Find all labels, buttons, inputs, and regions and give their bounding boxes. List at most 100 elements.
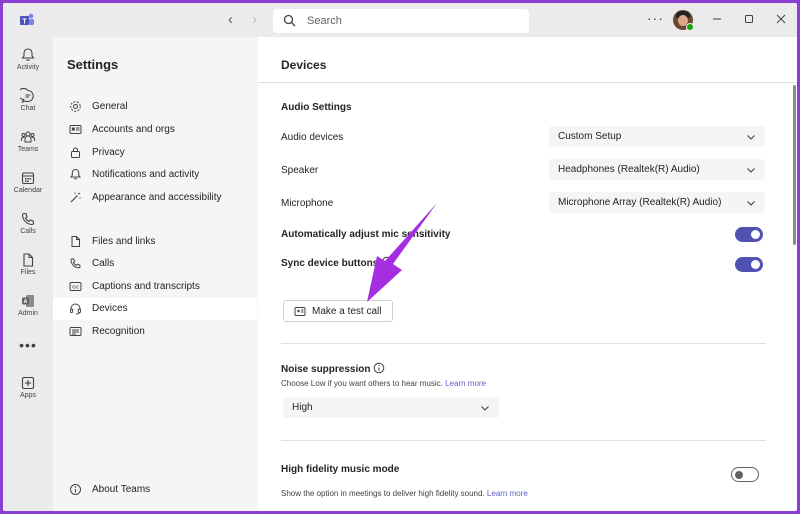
settings-item-appearance[interactable]: Appearance and accessibility: [53, 187, 257, 209]
rail-item-calls[interactable]: Calls: [3, 209, 53, 247]
chevron-down-icon: [747, 168, 755, 173]
rail-label: Chat: [20, 105, 36, 112]
lock-icon: [71, 147, 80, 158]
hifi-helper-text: Show the option in meetings to deliver h…: [281, 489, 528, 498]
rail-item-chat[interactable]: Chat: [3, 86, 53, 124]
search-box[interactable]: [273, 9, 529, 33]
rail-label: Teams: [17, 146, 39, 153]
forward-arrow-icon[interactable]: ›: [252, 11, 257, 28]
settings-item-files-links[interactable]: Files and links: [53, 231, 257, 253]
settings-item-recognition[interactable]: Recognition: [53, 321, 257, 343]
bell-icon: [21, 48, 35, 61]
microphone-label: Microphone: [281, 198, 334, 209]
admin-icon: A: [22, 295, 34, 307]
page-title: Devices: [281, 58, 327, 72]
settings-item-general[interactable]: General: [53, 96, 257, 118]
settings-item-privacy[interactable]: Privacy: [53, 142, 257, 164]
rail-item-files[interactable]: Files: [3, 250, 53, 288]
headset-icon: [70, 303, 82, 315]
back-arrow-icon[interactable]: ‹: [228, 11, 233, 28]
settings-item-label: About Teams: [92, 484, 151, 495]
settings-item-label: Devices: [92, 303, 128, 314]
file-icon: [23, 253, 34, 267]
rail-item-calendar[interactable]: Calendar: [3, 168, 53, 206]
auto-adjust-toggle[interactable]: [735, 227, 763, 242]
svg-text:T: T: [22, 19, 27, 26]
microphone-dropdown[interactable]: Microphone Array (Realtek(R) Audio): [549, 192, 765, 213]
rail-label: Apps: [20, 392, 36, 399]
rail-more-icon[interactable]: •••: [3, 337, 53, 353]
speaker-dropdown[interactable]: Headphones (Realtek(R) Audio): [549, 159, 765, 180]
sync-buttons-toggle[interactable]: [735, 257, 763, 272]
chevron-down-icon: [747, 201, 755, 206]
chevron-down-icon: [747, 135, 755, 140]
settings-title: Settings: [67, 57, 119, 72]
content-header: Devices: [258, 37, 797, 83]
document-icon: [71, 236, 80, 247]
close-icon[interactable]: [774, 12, 788, 26]
settings-item-label: Files and links: [92, 236, 156, 247]
noise-learn-more-link[interactable]: Learn more: [445, 379, 486, 388]
svg-text:A: A: [24, 299, 28, 305]
info-icon[interactable]: [373, 362, 385, 374]
gear-icon: [70, 101, 81, 112]
settings-panel: Settings General Accounts and orgs Priva…: [53, 37, 257, 511]
more-options-icon[interactable]: ···: [647, 10, 664, 26]
phone-icon: [21, 212, 35, 226]
speaker-value: Headphones (Realtek(R) Audio): [558, 164, 700, 175]
settings-item-devices[interactable]: Devices: [53, 298, 257, 320]
scrollbar[interactable]: [793, 85, 796, 245]
audio-devices-dropdown[interactable]: Custom Setup: [549, 126, 765, 147]
info-icon: [70, 484, 81, 495]
settings-item-accounts[interactable]: Accounts and orgs: [53, 119, 257, 141]
hifi-music-toggle[interactable]: [731, 467, 759, 482]
settings-item-label: General: [92, 101, 128, 112]
microphone-value: Microphone Array (Realtek(R) Audio): [558, 197, 722, 208]
presence-available-icon: [686, 23, 694, 31]
audio-devices-value: Custom Setup: [558, 131, 622, 142]
teams-icon: [21, 131, 35, 143]
chevron-down-icon: [481, 406, 489, 411]
make-test-call-label: Make a test call: [312, 306, 382, 317]
svg-text:CC: CC: [72, 285, 79, 290]
noise-helper-label: Choose Low if you want others to hear mu…: [281, 379, 443, 388]
rail-item-apps[interactable]: Apps: [3, 373, 53, 411]
wand-icon: [70, 192, 81, 203]
settings-item-label: Privacy: [92, 147, 125, 158]
minimize-icon[interactable]: [710, 12, 724, 26]
settings-item-calls[interactable]: Calls: [53, 253, 257, 275]
cc-icon: CC: [69, 282, 82, 291]
rail-label: Calls: [20, 228, 36, 235]
divider: [281, 343, 766, 344]
phone-icon: [70, 258, 81, 269]
rail-item-activity[interactable]: Activity: [3, 45, 53, 83]
title-bar: T ‹ › ···: [3, 3, 797, 37]
teams-logo-icon[interactable]: T: [19, 12, 35, 28]
rail-label: Calendar: [13, 187, 43, 194]
audio-settings-heading: Audio Settings: [281, 102, 352, 113]
rail-item-admin[interactable]: A Admin: [3, 291, 53, 329]
settings-item-notifications[interactable]: Notifications and activity: [53, 164, 257, 186]
settings-item-captions[interactable]: CC Captions and transcripts: [53, 276, 257, 298]
speaker-label: Speaker: [281, 165, 319, 176]
devices-content: Devices Audio Settings Audio devices Cus…: [258, 37, 797, 511]
hifi-learn-more-link[interactable]: Learn more: [487, 489, 528, 498]
noise-suppression-dropdown[interactable]: High: [283, 397, 499, 418]
settings-item-label: Notifications and activity: [92, 169, 200, 180]
settings-item-label: Appearance and accessibility: [92, 192, 222, 203]
rail-label: Admin: [18, 310, 38, 317]
rail-item-teams[interactable]: Teams: [3, 127, 53, 165]
maximize-icon[interactable]: [742, 12, 756, 26]
settings-item-label: Calls: [92, 258, 115, 269]
annotation-arrow-icon: [367, 203, 437, 302]
id-card-icon: [69, 125, 82, 134]
calendar-icon: [21, 172, 35, 185]
search-icon: [283, 14, 296, 27]
hifi-music-heading: High fidelity music mode: [281, 464, 400, 475]
app-rail: Activity Chat Teams Calendar Calls Files…: [3, 37, 53, 511]
rail-label: Files: [20, 269, 36, 276]
noise-suppression-value: High: [292, 402, 313, 413]
settings-item-label: Accounts and orgs: [92, 124, 175, 135]
search-input[interactable]: [307, 12, 517, 30]
settings-item-about[interactable]: About Teams: [53, 479, 257, 501]
